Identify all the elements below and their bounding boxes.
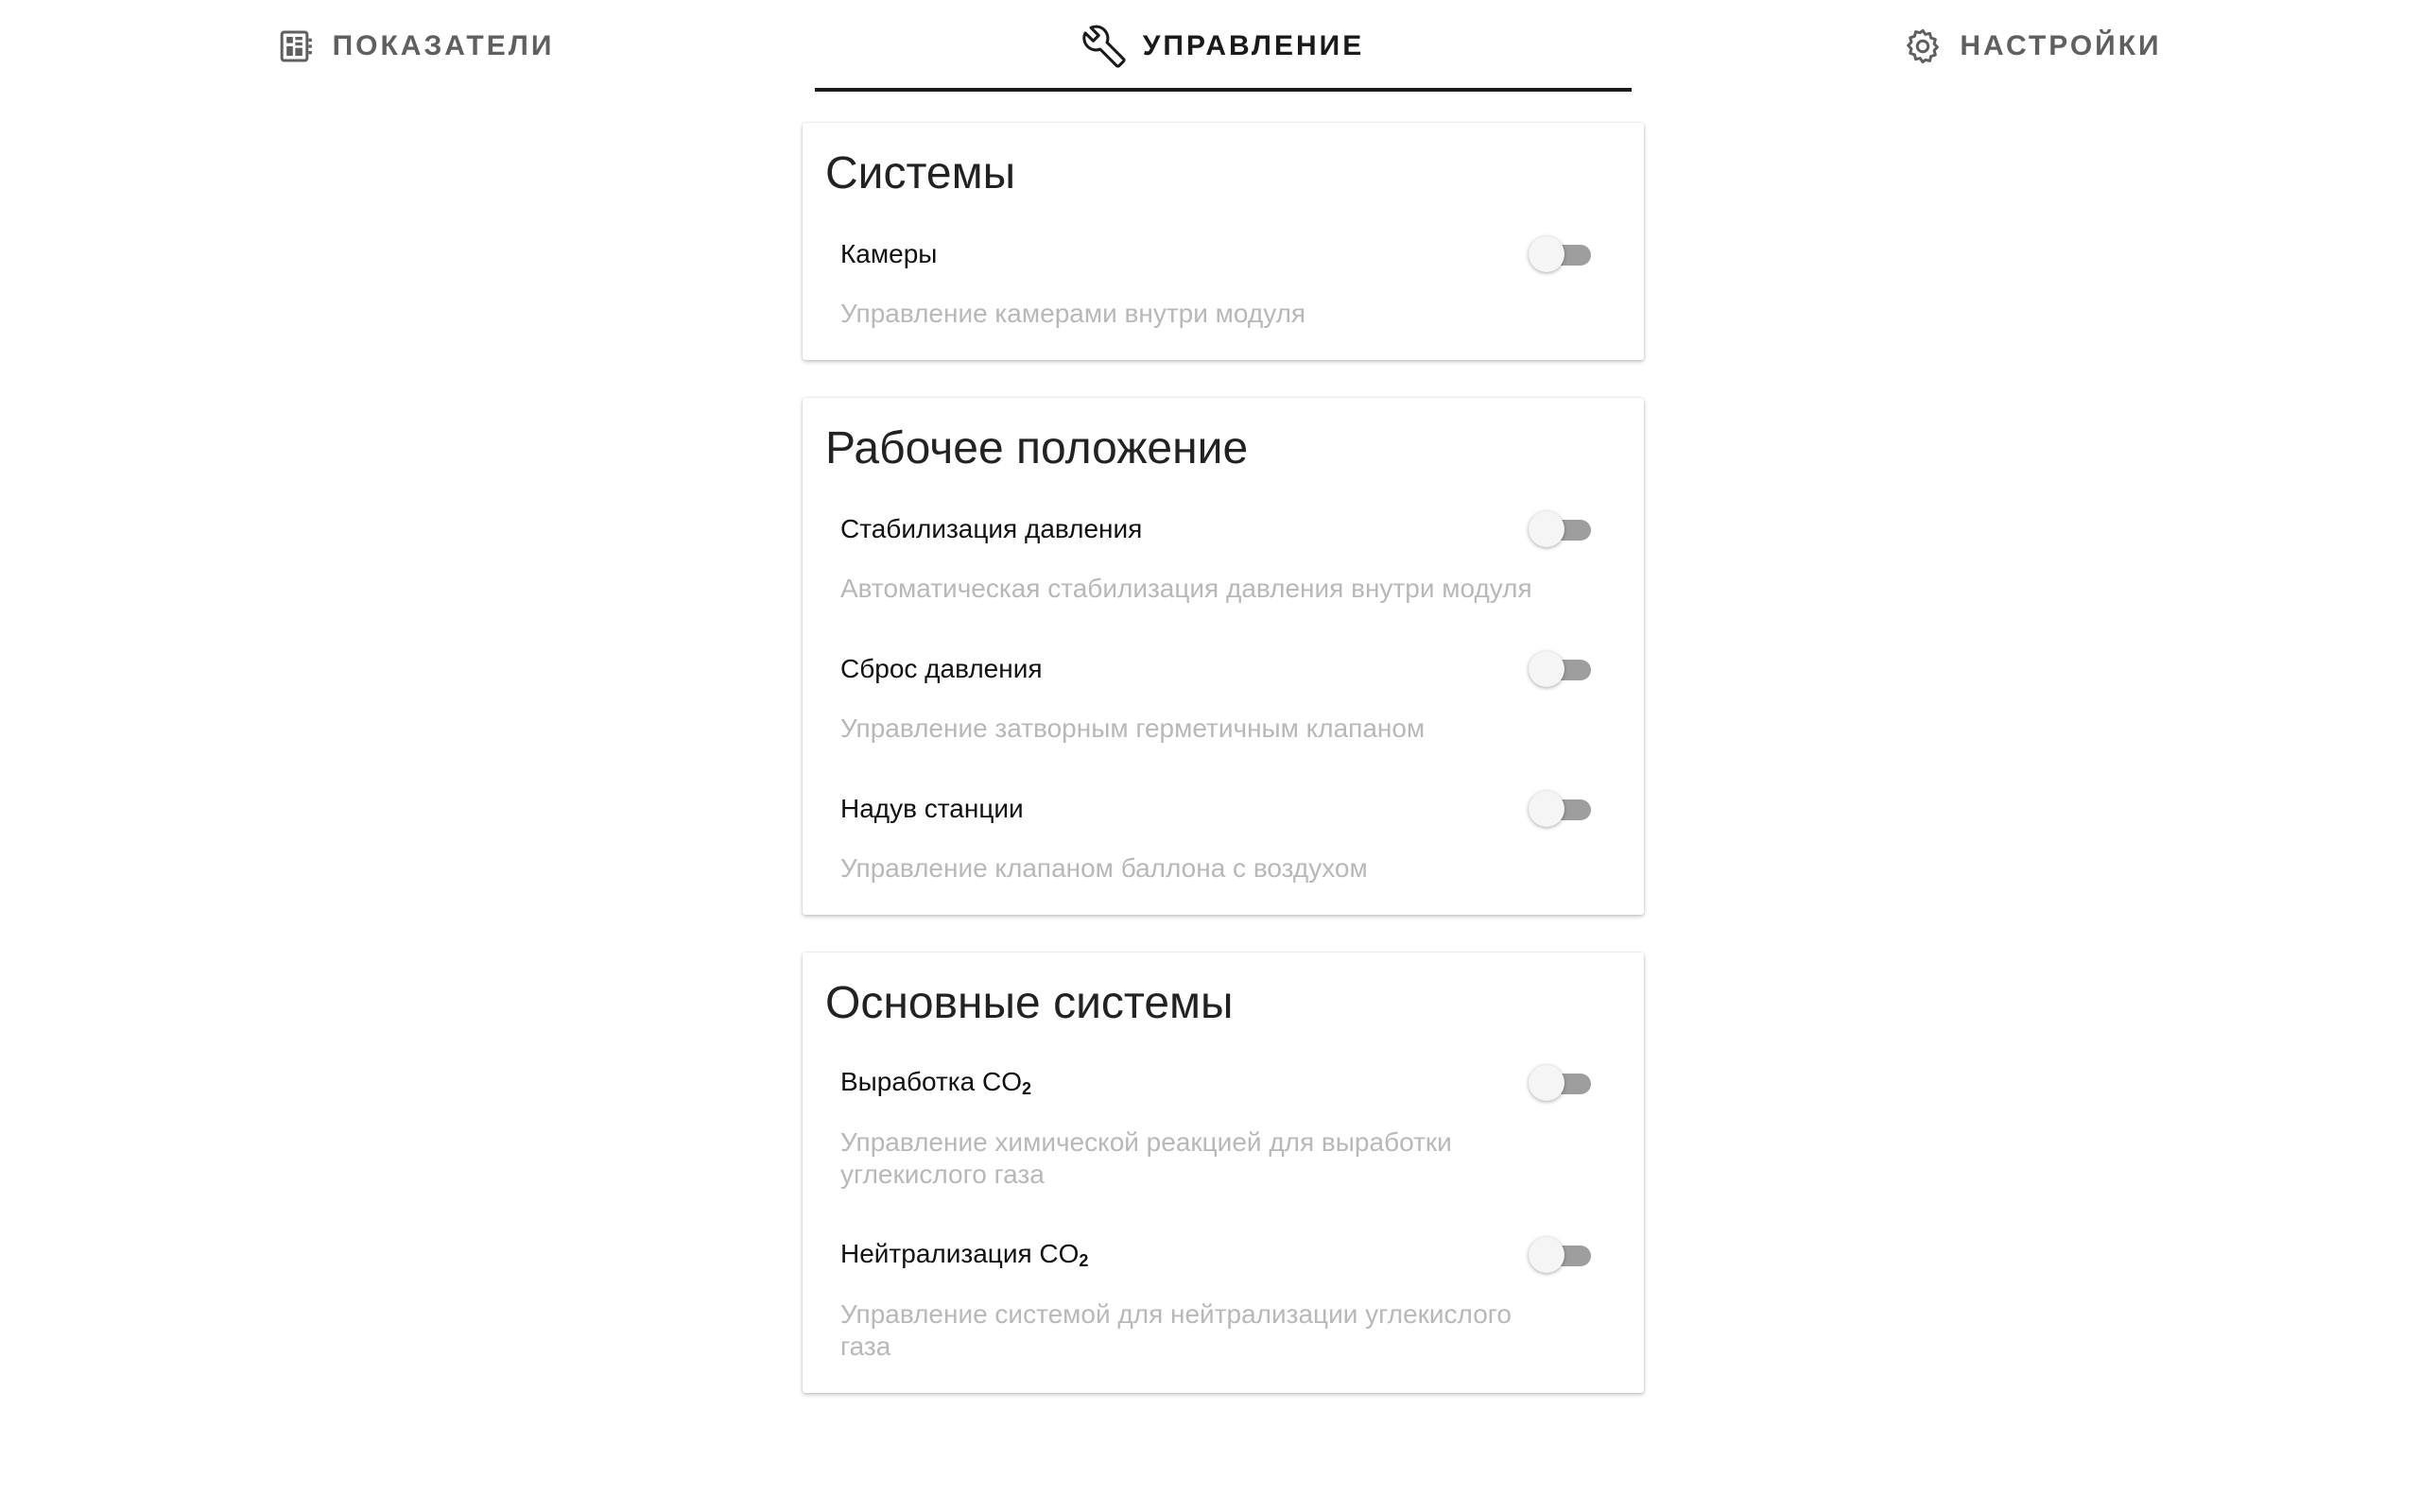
station-inflation-toggle[interactable] (1529, 790, 1591, 828)
co2-neutralization-toggle[interactable] (1529, 1236, 1591, 1274)
gear-icon (1903, 26, 1943, 66)
setting-description: Автоматическая стабилизация давления вну… (840, 573, 1532, 603)
toggle-thumb (1529, 235, 1564, 272)
tab-indicators[interactable]: ПОКАЗАТЕЛИ (227, 0, 605, 93)
setting-label-subscript: 2 (1021, 1079, 1031, 1099)
wrench-icon (1082, 25, 1126, 68)
setting-item-pressure-release: Сброс давления Управление затворным герм… (825, 650, 1621, 745)
setting-item-station-inflation: Надув станции Управление клапаном баллон… (825, 790, 1621, 885)
setting-label-text: Нейтрализация CO (840, 1239, 1080, 1269)
toggle-thumb (1529, 650, 1564, 687)
dashboard-icon (278, 27, 316, 65)
active-tab-indicator (815, 88, 1632, 92)
co2-production-toggle[interactable] (1529, 1064, 1591, 1102)
setting-label: Камеры (840, 238, 938, 268)
cameras-toggle[interactable] (1529, 235, 1591, 273)
card-title: Основные системы (825, 977, 1234, 1028)
setting-description: Управление затворным герметичным клапано… (840, 713, 1426, 743)
toggle-thumb (1529, 790, 1564, 827)
setting-label-subscript: 2 (1079, 1251, 1089, 1271)
setting-item-cameras: Камеры Управление камерами внутри модуля (825, 235, 1621, 330)
pressure-release-toggle[interactable] (1529, 650, 1591, 688)
setting-item-co2-production: Выработка CO2 Управление химической реак… (825, 1064, 1621, 1191)
setting-description: Управление камерами внутри модуля (840, 298, 1306, 328)
setting-description: Управление химической реакцией для выраб… (840, 1127, 1452, 1190)
toggle-thumb (1529, 1237, 1564, 1274)
pressure-stabilization-toggle[interactable] (1529, 510, 1591, 548)
card-title: Системы (825, 148, 1016, 198)
card-systems: Системы Камеры Управление камерами внутр… (803, 123, 1644, 360)
card-title: Рабочее положение (825, 422, 1249, 473)
tab-control-label: УПРАВЛЕНИЕ (1142, 30, 1365, 61)
setting-label-text: Выработка CO (840, 1067, 1022, 1097)
tab-control[interactable]: УПРАВЛЕНИЕ (815, 0, 1632, 93)
top-tab-bar: ПОКАЗАТЕЛИ УПРАВЛЕНИЕ НАСТРОЙКИ (0, 0, 2420, 93)
tab-indicators-label: ПОКАЗАТЕЛИ (332, 30, 555, 61)
tab-settings-label: НАСТРОЙКИ (1960, 30, 2162, 61)
setting-label: Нейтрализация CO2 (840, 1239, 1088, 1271)
tab-settings[interactable]: НАСТРОЙКИ (1843, 0, 2221, 93)
card-working-position: Рабочее положение Стабилизация давления … (803, 397, 1644, 915)
toggle-thumb (1529, 510, 1564, 547)
setting-description: Управление системой для нейтрализации уг… (840, 1299, 1512, 1362)
setting-item-pressure-stabilization: Стабилизация давления Автоматическая ста… (825, 510, 1621, 605)
setting-item-co2-neutralization: Нейтрализация CO2 Управление системой дл… (825, 1236, 1621, 1363)
setting-label: Сброс давления (840, 653, 1043, 683)
setting-description: Управление клапаном баллона с воздухом (840, 852, 1368, 883)
setting-label: Выработка CO2 (840, 1067, 1031, 1099)
control-panel: Системы Камеры Управление камерами внутр… (803, 123, 1644, 1431)
card-main-systems: Основные системы Выработка CO2 Управлени… (803, 952, 1644, 1394)
toggle-thumb (1529, 1065, 1564, 1102)
setting-label: Стабилизация давления (840, 513, 1143, 543)
setting-label: Надув станции (840, 793, 1024, 823)
